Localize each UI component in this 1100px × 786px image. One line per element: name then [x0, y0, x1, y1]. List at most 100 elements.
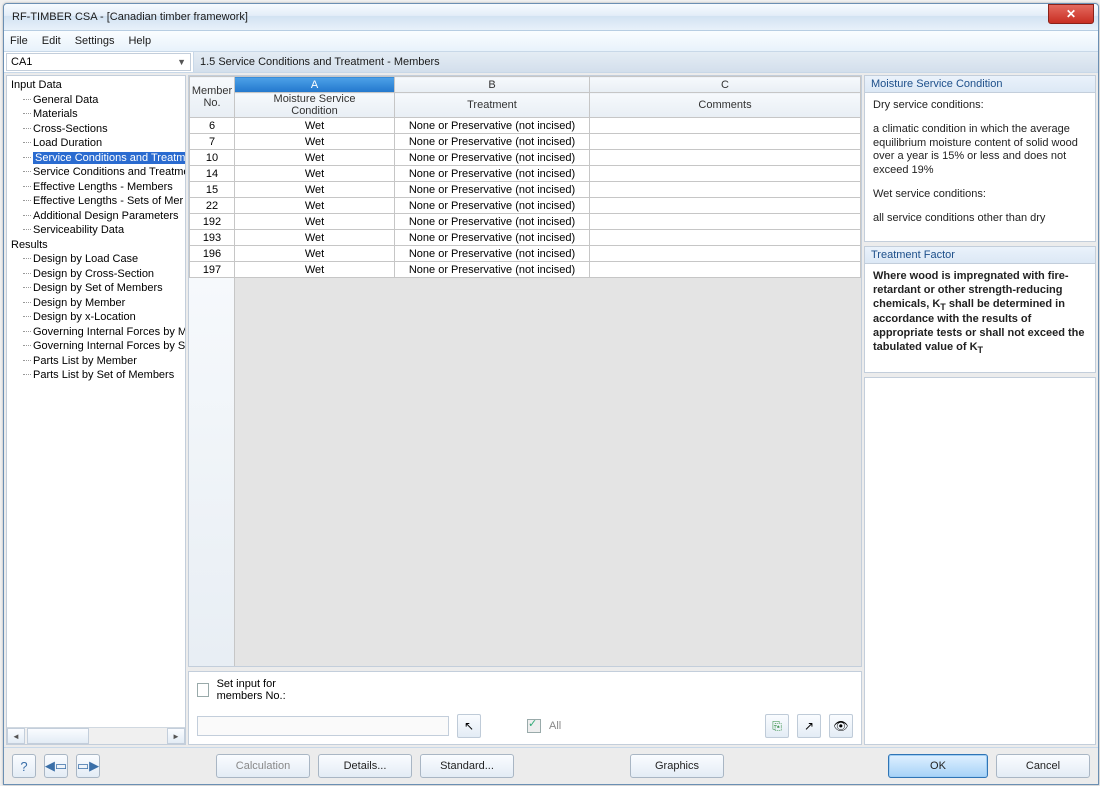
ok-button[interactable]: OK: [888, 754, 988, 778]
tree-add-design-params[interactable]: Additional Design Parameters: [7, 209, 185, 224]
tree-load-duration[interactable]: Load Duration: [7, 136, 185, 151]
all-label: All: [549, 720, 561, 732]
export-excel-button[interactable]: ⎘: [765, 714, 789, 738]
cell-a[interactable]: Wet: [235, 246, 395, 262]
scroll-thumb[interactable]: [27, 728, 89, 744]
view-button[interactable]: 👁: [829, 714, 853, 738]
cell-c[interactable]: [590, 230, 861, 246]
tree-general-data[interactable]: General Data: [7, 93, 185, 108]
cell-a[interactable]: Wet: [235, 182, 395, 198]
row-member-no: 6: [190, 118, 235, 134]
tree-service-conditions-b[interactable]: Service Conditions and Treatme: [7, 165, 185, 180]
header-comments: Comments: [590, 93, 861, 118]
tree-d-loadcase[interactable]: Design by Load Case: [7, 252, 185, 267]
all-checkbox[interactable]: [527, 719, 541, 733]
scroll-right-icon[interactable]: ►: [167, 728, 185, 744]
cell-c[interactable]: [590, 182, 861, 198]
table-row[interactable]: 197WetNone or Preservative (not incised): [190, 262, 861, 278]
scroll-left-icon[interactable]: ◄: [7, 728, 25, 744]
next-module-button[interactable]: ▭▶: [76, 754, 100, 778]
close-button[interactable]: ✕: [1048, 4, 1094, 24]
cell-c[interactable]: [590, 198, 861, 214]
table-row[interactable]: 14WetNone or Preservative (not incised): [190, 166, 861, 182]
cell-b[interactable]: None or Preservative (not incised): [395, 198, 590, 214]
tree-d-setmembers[interactable]: Design by Set of Members: [7, 281, 185, 296]
members-input[interactable]: [197, 716, 449, 736]
cell-b[interactable]: None or Preservative (not incised): [395, 134, 590, 150]
data-grid[interactable]: Member No. A B C Moisture Service Condit…: [188, 75, 862, 667]
tree-cross-sections[interactable]: Cross-Sections: [7, 122, 185, 137]
cell-c[interactable]: [590, 166, 861, 182]
right-info-column: Moisture Service Condition Dry service c…: [864, 75, 1096, 745]
menu-help[interactable]: Help: [128, 35, 151, 47]
cell-c[interactable]: [590, 134, 861, 150]
tree-d-xloc[interactable]: Design by x-Location: [7, 310, 185, 325]
pick-button-2[interactable]: ↗: [797, 714, 821, 738]
menu-edit[interactable]: Edit: [42, 35, 61, 47]
tree-results[interactable]: Results: [7, 238, 185, 253]
menu-settings[interactable]: Settings: [75, 35, 115, 47]
cell-a[interactable]: Wet: [235, 262, 395, 278]
cell-a[interactable]: Wet: [235, 230, 395, 246]
cell-a[interactable]: Wet: [235, 134, 395, 150]
tree-eff-len-members[interactable]: Effective Lengths - Members: [7, 180, 185, 195]
calculation-button[interactable]: Calculation: [216, 754, 310, 778]
cell-b[interactable]: None or Preservative (not incised): [395, 230, 590, 246]
prev-module-button[interactable]: ◀▭: [44, 754, 68, 778]
cell-b[interactable]: None or Preservative (not incised): [395, 150, 590, 166]
cell-a[interactable]: Wet: [235, 150, 395, 166]
cell-b[interactable]: None or Preservative (not incised): [395, 118, 590, 134]
cell-a[interactable]: Wet: [235, 198, 395, 214]
treatment-info-box: Treatment Factor Where wood is impregnat…: [864, 246, 1096, 373]
cell-c[interactable]: [590, 246, 861, 262]
cell-c[interactable]: [590, 118, 861, 134]
graphics-button[interactable]: Graphics: [630, 754, 724, 778]
tree-gov-m[interactable]: Governing Internal Forces by M: [7, 325, 185, 340]
cell-b[interactable]: None or Preservative (not incised): [395, 214, 590, 230]
set-input-label: Set input for members No.:: [217, 678, 322, 702]
set-input-checkbox[interactable]: [197, 683, 209, 697]
cell-b[interactable]: None or Preservative (not incised): [395, 262, 590, 278]
table-row[interactable]: 22WetNone or Preservative (not incised): [190, 198, 861, 214]
cell-b[interactable]: None or Preservative (not incised): [395, 166, 590, 182]
tree-input-data[interactable]: Input Data: [7, 78, 185, 93]
empty-info-box: [864, 377, 1096, 745]
tree-parts-set[interactable]: Parts List by Set of Members: [7, 368, 185, 383]
standard-button[interactable]: Standard...: [420, 754, 514, 778]
case-combo[interactable]: CA1 ▼: [6, 53, 191, 71]
cell-c[interactable]: [590, 214, 861, 230]
header-member-no: Member No.: [190, 77, 235, 118]
header-col-b[interactable]: B: [395, 77, 590, 93]
tree-d-crosssection[interactable]: Design by Cross-Section: [7, 267, 185, 282]
tree-d-member[interactable]: Design by Member: [7, 296, 185, 311]
tree-gov-s[interactable]: Governing Internal Forces by S: [7, 339, 185, 354]
cell-a[interactable]: Wet: [235, 118, 395, 134]
header-col-a[interactable]: A: [235, 77, 395, 93]
cancel-button[interactable]: Cancel: [996, 754, 1090, 778]
table-row[interactable]: 192WetNone or Preservative (not incised): [190, 214, 861, 230]
help-button[interactable]: ?: [12, 754, 36, 778]
menu-file[interactable]: File: [10, 35, 28, 47]
cell-c[interactable]: [590, 150, 861, 166]
row-member-no: 197: [190, 262, 235, 278]
tree-materials[interactable]: Materials: [7, 107, 185, 122]
table-row[interactable]: 193WetNone or Preservative (not incised): [190, 230, 861, 246]
table-row[interactable]: 7WetNone or Preservative (not incised): [190, 134, 861, 150]
header-col-c[interactable]: C: [590, 77, 861, 93]
tree-service-conditions-a[interactable]: Service Conditions and Treatme: [7, 151, 185, 166]
cell-a[interactable]: Wet: [235, 214, 395, 230]
cell-b[interactable]: None or Preservative (not incised): [395, 182, 590, 198]
table-row[interactable]: 10WetNone or Preservative (not incised): [190, 150, 861, 166]
table-row[interactable]: 196WetNone or Preservative (not incised): [190, 246, 861, 262]
tree-h-scrollbar[interactable]: ◄ ►: [7, 727, 185, 744]
tree-parts-member[interactable]: Parts List by Member: [7, 354, 185, 369]
cell-b[interactable]: None or Preservative (not incised): [395, 246, 590, 262]
tree-serviceability[interactable]: Serviceability Data: [7, 223, 185, 238]
pick-members-button[interactable]: ↖: [457, 714, 481, 738]
table-row[interactable]: 6WetNone or Preservative (not incised): [190, 118, 861, 134]
cell-a[interactable]: Wet: [235, 166, 395, 182]
tree-eff-len-sets[interactable]: Effective Lengths - Sets of Mer: [7, 194, 185, 209]
details-button[interactable]: Details...: [318, 754, 412, 778]
cell-c[interactable]: [590, 262, 861, 278]
table-row[interactable]: 15WetNone or Preservative (not incised): [190, 182, 861, 198]
